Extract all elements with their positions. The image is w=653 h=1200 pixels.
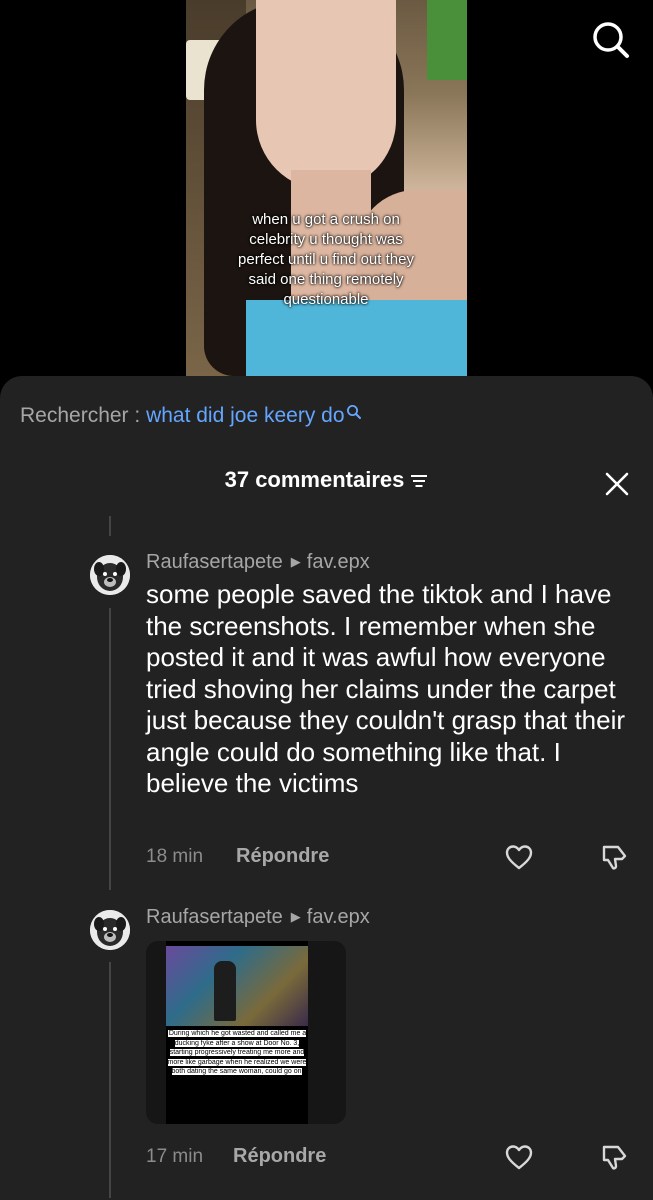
filter-icon[interactable]	[410, 473, 428, 489]
search-icon[interactable]	[346, 404, 362, 420]
close-icon[interactable]	[602, 469, 632, 499]
video-poster	[427, 0, 467, 80]
media-caption: During which he got wasted and called me…	[166, 1029, 308, 1077]
video-person-top	[246, 300, 467, 376]
search-suggestion[interactable]: Rechercher : what did joe keery do	[20, 404, 362, 428]
media-image: During which he got wasted and called me…	[166, 941, 308, 1124]
thread-line	[109, 962, 111, 1198]
comment-reply-to[interactable]: fav.epx	[307, 906, 370, 928]
video-player[interactable]: when u got a crush on celebrity u though…	[0, 0, 653, 380]
avatar[interactable]	[90, 910, 130, 950]
comment-username-row[interactable]: Raufasertapete ▶ fav.epx	[146, 551, 370, 574]
reply-button[interactable]: Répondre	[233, 1145, 326, 1168]
comment-time: 18 min	[146, 846, 204, 867]
comment-username[interactable]: Raufasertapete	[146, 906, 283, 928]
video-person-face	[256, 0, 396, 190]
avatar[interactable]	[90, 555, 130, 595]
avatar-dog-image	[90, 910, 130, 950]
thread-line	[109, 516, 111, 536]
comments-count-header[interactable]: 37 commentaires	[0, 467, 653, 493]
video-frame[interactable]: when u got a crush on celebrity u though…	[186, 0, 467, 376]
comment-username[interactable]: Raufasertapete	[146, 551, 283, 573]
comment-media-thumbnail[interactable]: During which he got wasted and called me…	[146, 941, 346, 1124]
search-icon[interactable]	[589, 18, 633, 62]
comment-username-row[interactable]: Raufasertapete ▶ fav.epx	[146, 906, 370, 929]
comment-text: some people saved the tiktok and I have …	[146, 579, 626, 798]
comment-time: 17 min	[146, 1146, 204, 1167]
thread-line	[109, 608, 111, 890]
chevron-right-icon: ▶	[290, 554, 301, 569]
search-suggestion-query[interactable]: what did joe keery do	[146, 404, 344, 427]
media-photo	[166, 946, 308, 1026]
avatar-dog-image	[90, 555, 130, 595]
heart-icon[interactable]	[504, 842, 534, 872]
dislike-icon[interactable]	[600, 1142, 630, 1172]
comments-count-title: 37 commentaires	[224, 467, 405, 492]
media-person	[214, 961, 236, 1021]
video-caption: when u got a crush on celebrity u though…	[238, 211, 414, 308]
reply-button[interactable]: Répondre	[236, 845, 329, 868]
dislike-icon[interactable]	[600, 842, 630, 872]
media-caption-text: During which he got wasted and called me…	[167, 1030, 307, 1075]
heart-icon[interactable]	[504, 1142, 534, 1172]
comment-reply-to[interactable]: fav.epx	[307, 551, 370, 573]
chevron-right-icon: ▶	[290, 909, 301, 924]
search-suggestion-label: Rechercher :	[20, 404, 147, 427]
